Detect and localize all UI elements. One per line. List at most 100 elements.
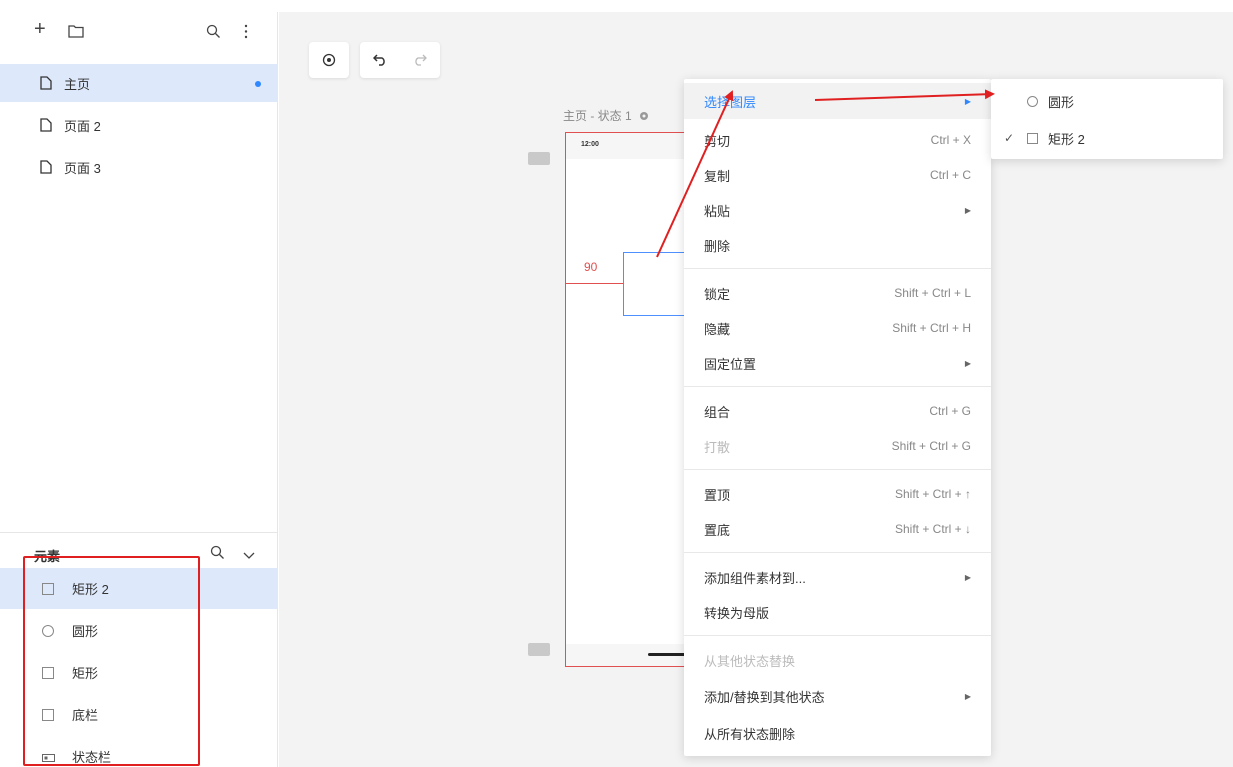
page-icon [40,76,52,90]
menu-item-group[interactable]: 组合 Ctrl + G [684,393,991,429]
bottombar-tag[interactable] [528,643,550,656]
menu-shortcut: Shift + Ctrl + ↓ [894,522,971,536]
menu-item-select-layer[interactable]: 选择图层 ▶ [684,83,991,119]
menu-shortcut: Ctrl + X [930,133,971,147]
rect-icon [42,582,54,595]
submenu-arrow-icon: ▶ [964,358,971,368]
state-label-text: 主页 - 状态 1 [563,109,632,123]
menu-label: 锁定 [704,286,731,302]
menu-label: 置顶 [704,487,731,503]
select-layer-submenu: 圆形 ✓ 矩形 2 [991,79,1223,159]
menu-item-add-replace-state[interactable]: 添加/替换到其他状态 ▶ [684,678,991,714]
menu-shortcut: Ctrl + C [929,168,971,182]
menu-label: 固定位置 [704,356,757,372]
more-options-icon[interactable] [244,24,248,43]
target-icon [322,53,336,67]
menu-item-cut[interactable]: 剪切 Ctrl + X [684,122,991,158]
page-icon [40,118,52,132]
element-label: 圆形 [72,624,99,639]
menu-item-hide[interactable]: 隐藏 Shift + Ctrl + H [684,310,991,346]
submenu-item-rect2[interactable]: ✓ 矩形 2 [991,120,1223,156]
history-toolbar [360,42,440,78]
menu-divider [684,268,991,269]
menu-item-lock[interactable]: 锁定 Shift + Ctrl + L [684,275,991,311]
page-item-home[interactable]: 主页 [0,64,278,102]
element-item-rect[interactable]: 矩形 [0,652,278,693]
page-label: 主页 [64,76,91,92]
element-item-circle[interactable]: 圆形 [0,610,278,651]
menu-label: 粘贴 [704,203,731,219]
submenu-arrow-icon: ▶ [964,96,971,106]
menu-shortcut: Ctrl + G [929,404,971,418]
elements-header: 元素 [0,532,278,572]
rect-icon [42,708,54,721]
menu-shortcut: Shift + Ctrl + L [894,286,971,300]
submenu-arrow-icon: ▶ [964,572,971,582]
submenu-label: 圆形 [1048,94,1075,110]
rect-icon [1027,132,1038,144]
selected-rectangle[interactable] [623,252,687,316]
circle-icon [42,624,54,637]
submenu-item-circle[interactable]: 圆形 [991,83,1223,119]
status-bar[interactable]: 12:00 [566,133,684,159]
statusbar-tag[interactable] [528,152,550,165]
search-elements-icon[interactable] [210,545,225,563]
menu-item-delete[interactable]: 删除 [684,227,991,263]
menu-item-send-to-back[interactable]: 置底 Shift + Ctrl + ↓ [684,511,991,547]
menu-item-ungroup: 打散 Shift + Ctrl + G [684,428,991,464]
submenu-label: 矩形 2 [1048,131,1085,147]
menu-item-bring-to-front[interactable]: 置顶 Shift + Ctrl + ↑ [684,476,991,512]
menu-divider [684,635,991,636]
target-button[interactable] [309,42,349,78]
menu-label: 置底 [704,522,731,538]
page-label: 页面 3 [64,160,101,176]
undo-button[interactable] [360,42,400,78]
state-label[interactable]: 主页 - 状态 1 [563,107,649,124]
view-toolbar [309,42,349,78]
pages-toolbar: + [0,12,277,52]
menu-shortcut: Shift + Ctrl + H [892,321,971,335]
element-item-statusbar[interactable]: 状态栏 [0,736,278,767]
undo-icon [373,54,385,66]
menu-item-fix-position[interactable]: 固定位置 ▶ [684,345,991,381]
element-item-rect2[interactable]: 矩形 2 [0,568,278,609]
menu-label: 隐藏 [704,321,731,337]
element-item-bottombar[interactable]: 底栏 [0,694,278,735]
menu-item-paste[interactable]: 粘贴 ▶ [684,192,991,228]
add-folder-icon[interactable] [68,24,84,42]
menu-divider [684,469,991,470]
menu-shortcut: Shift + Ctrl + ↑ [894,487,971,501]
menu-item-convert-to-master[interactable]: 转换为母版 [684,594,991,630]
menu-item-delete-from-all-states[interactable]: 从所有状态删除 [684,715,991,751]
menu-label: 组合 [704,404,731,420]
menu-label: 从其他状态替换 [704,653,796,669]
submenu-arrow-icon: ▶ [964,691,971,701]
menu-item-copy[interactable]: 复制 Ctrl + C [684,157,991,193]
menu-divider [684,552,991,553]
search-pages-icon[interactable] [206,24,221,43]
unsaved-dot [255,81,261,87]
page-icon [40,160,52,174]
menu-item-add-to-library[interactable]: 添加组件素材到... ▶ [684,559,991,595]
menu-label: 剪切 [704,133,731,149]
element-label: 矩形 [72,666,99,681]
measure-value: 90 [584,260,598,274]
submenu-arrow-icon: ▶ [964,205,971,215]
page-item-3[interactable]: 页面 3 [0,148,278,186]
element-label: 底栏 [72,708,99,723]
menu-label: 添加/替换到其他状态 [704,689,825,705]
page-item-2[interactable]: 页面 2 [0,106,278,144]
menu-label: 删除 [704,238,731,254]
menu-label: 添加组件素材到... [704,570,806,586]
chevron-down-icon[interactable] [243,548,255,563]
settings-icon [640,112,649,120]
menu-label: 打散 [704,439,731,455]
add-page-icon[interactable]: + [34,19,46,39]
element-label: 状态栏 [72,750,112,765]
redo-button[interactable] [400,42,440,78]
menu-label: 从所有状态删除 [704,726,796,742]
context-menu: 选择图层 ▶ 剪切 Ctrl + X 复制 Ctrl + C 粘贴 ▶ 删除 锁定 Shi… [684,79,991,756]
phone-artboard[interactable]: 12:00 90 [565,132,688,667]
left-sidebar: + 主页 页面 2 页面 3 元素 矩形 2 圆形 矩形 底栏 状态栏 [0,12,278,767]
menu-shortcut: Shift + Ctrl + G [891,439,971,453]
